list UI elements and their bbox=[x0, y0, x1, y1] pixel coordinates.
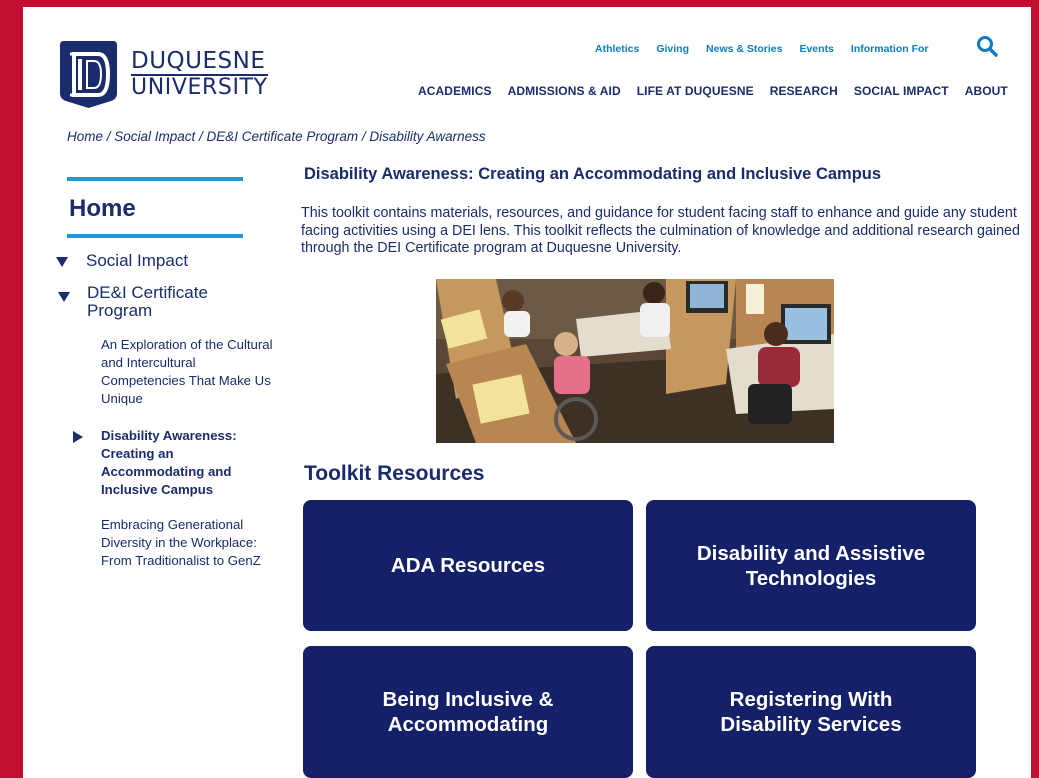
resource-card-label: Registering With Disability Services bbox=[720, 688, 902, 736]
resource-card-label: Disability and Assistive Technologies bbox=[696, 541, 926, 590]
sidebar-link-generational-diversity[interactable]: Embracing Generational Diversity in the … bbox=[101, 516, 283, 570]
nav-life[interactable]: LIFE AT DUQUESNE bbox=[637, 84, 754, 98]
util-link-events[interactable]: Events bbox=[799, 43, 833, 55]
resource-card-label: Being Inclusive & Accommodating bbox=[382, 688, 554, 736]
logo-wordmark: DUQUESNE UNIVERSITY bbox=[131, 49, 268, 100]
sidebar-top-rule bbox=[67, 177, 243, 181]
sidebar-item-social-impact[interactable]: Social Impact bbox=[86, 251, 188, 271]
triangle-down-icon bbox=[56, 257, 68, 267]
hero-photo bbox=[436, 279, 834, 443]
sidebar-link-disability-awareness[interactable]: Disability Awareness: Creating an Accomm… bbox=[101, 427, 261, 499]
nav-admissions[interactable]: ADMISSIONS & AID bbox=[508, 84, 621, 98]
util-link-athletics[interactable]: Athletics bbox=[595, 43, 639, 55]
resource-card-ada[interactable]: ADA Resources bbox=[303, 500, 633, 631]
page: DUQUESNE UNIVERSITY Athletics Giving New… bbox=[23, 7, 1031, 778]
triangle-right-icon bbox=[73, 431, 83, 443]
logo-shield-icon bbox=[58, 39, 119, 109]
main-nav: ACADEMICS ADMISSIONS & AID LIFE AT DUQUE… bbox=[418, 84, 1008, 98]
nav-about[interactable]: ABOUT bbox=[965, 84, 1008, 98]
util-link-news[interactable]: News & Stories bbox=[706, 43, 782, 55]
logo-line-2: UNIVERSITY bbox=[131, 74, 268, 100]
sidebar-item-certificate-program[interactable]: DE&I Certificate Program bbox=[87, 284, 247, 320]
search-icon[interactable] bbox=[976, 35, 1000, 57]
resource-card-assistive-tech[interactable]: Disability and Assistive Technologies bbox=[646, 500, 976, 631]
page-title: Disability Awareness: Creating an Accomm… bbox=[304, 165, 882, 183]
resource-card-inclusive[interactable]: Being Inclusive & Accommodating bbox=[303, 646, 633, 778]
toolkit-resources-heading: Toolkit Resources bbox=[304, 462, 485, 485]
sidebar-link-cultural-competencies[interactable]: An Exploration of the Cultural and Inter… bbox=[101, 336, 281, 408]
util-link-giving[interactable]: Giving bbox=[656, 43, 689, 55]
intro-paragraph: This toolkit contains materials, resourc… bbox=[301, 205, 1020, 256]
nav-research[interactable]: RESEARCH bbox=[770, 84, 838, 98]
nav-academics[interactable]: ACADEMICS bbox=[418, 84, 492, 98]
resource-card-label: ADA Resources bbox=[390, 554, 546, 577]
logo-line-1: DUQUESNE bbox=[131, 49, 268, 76]
breadcrumb[interactable]: Home / Social Impact / DE&I Certificate … bbox=[67, 129, 486, 144]
resource-card-registering[interactable]: Registering With Disability Services bbox=[646, 646, 976, 778]
sidebar-bottom-rule bbox=[67, 234, 243, 238]
util-link-information-for[interactable]: Information For bbox=[851, 43, 929, 55]
utility-nav: Athletics Giving News & Stories Events I… bbox=[595, 43, 928, 55]
triangle-down-icon bbox=[58, 292, 70, 302]
sidebar-home-link[interactable]: Home bbox=[69, 195, 136, 223]
nav-social-impact[interactable]: SOCIAL IMPACT bbox=[854, 84, 949, 98]
university-logo[interactable]: DUQUESNE UNIVERSITY bbox=[58, 39, 268, 109]
